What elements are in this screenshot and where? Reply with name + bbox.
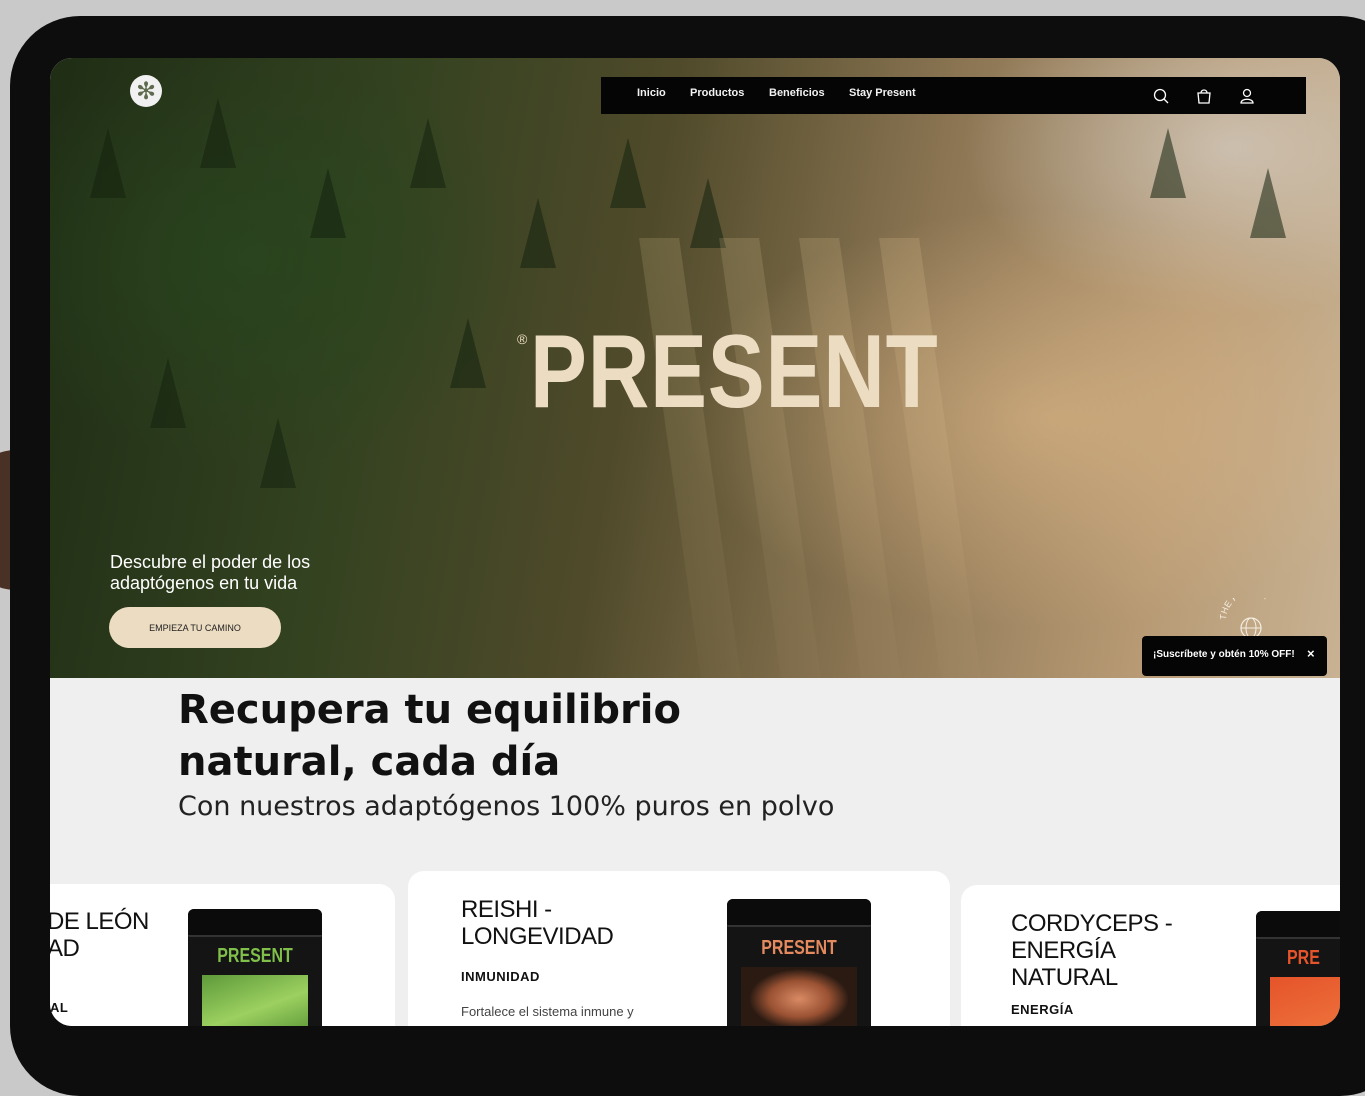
product-category: ENERGÍA xyxy=(1011,1002,1074,1017)
tree-decoration xyxy=(410,118,446,188)
jar-label: PRE xyxy=(1287,947,1320,969)
jar-artwork xyxy=(1270,977,1340,1026)
product-description: Fortalece el sistema inmune y xyxy=(461,1004,634,1019)
product-jar: PRESENT xyxy=(188,909,322,1026)
jar-label: PRESENT xyxy=(217,945,293,967)
section-subtitle: Con nuestros adaptógenos 100% puros en p… xyxy=(178,791,835,822)
jar-lid xyxy=(1256,911,1340,939)
tree-decoration xyxy=(1150,128,1186,198)
product-card[interactable]: REISHI - LONGEVIDAD INMUNIDAD Fortalece … xyxy=(408,871,950,1026)
tree-decoration xyxy=(1250,168,1286,238)
tree-decoration xyxy=(450,318,486,388)
subscribe-promo[interactable]: ¡Suscríbete y obtén 10% OFF! × xyxy=(1142,636,1327,676)
globe-badge-icon: THE POWER xyxy=(1220,598,1270,638)
hero-tagline: Descubre el poder de los adaptógenos en … xyxy=(110,552,311,593)
tree-decoration xyxy=(90,128,126,198)
start-journey-button[interactable]: EMPIEZA TU CAMINO xyxy=(109,607,281,648)
product-category: AL xyxy=(50,1000,69,1015)
product-card[interactable]: CORDYCEPS - ENERGÍA NATURAL ENERGÍA PRE xyxy=(961,885,1340,1026)
product-title: CORDYCEPS - ENERGÍA NATURAL xyxy=(1011,910,1173,991)
section-title: Recupera tu equilibrio natural, cada día xyxy=(178,687,681,785)
light-ray xyxy=(719,238,821,678)
svg-text:THE POWER: THE POWER xyxy=(1220,598,1270,620)
promo-text[interactable]: ¡Suscríbete y obtén 10% OFF! xyxy=(1153,649,1295,660)
tree-decoration xyxy=(150,358,186,428)
jar-lid xyxy=(727,899,871,927)
light-ray xyxy=(639,238,741,678)
mushroom-artwork xyxy=(741,967,857,1026)
nav-item-stay-present[interactable]: Stay Present xyxy=(849,87,916,99)
light-ray xyxy=(799,238,901,678)
user-icon[interactable] xyxy=(1238,87,1256,105)
tree-decoration xyxy=(610,138,646,208)
product-jar: PRESENT xyxy=(727,899,871,1026)
product-title: REISHI - LONGEVIDAD xyxy=(461,896,614,950)
product-jar: PRE xyxy=(1256,911,1340,1026)
close-icon[interactable]: × xyxy=(1307,646,1315,661)
badge-text: THE POWER xyxy=(1220,598,1270,620)
hero-section: ✻ Inicio Productos Beneficios Stay Prese… xyxy=(50,58,1340,678)
tree-decoration xyxy=(520,198,556,268)
nav-item-beneficios[interactable]: Beneficios xyxy=(769,87,825,99)
light-ray xyxy=(879,238,981,678)
top-nav: Inicio Productos Beneficios Stay Present xyxy=(601,77,1306,114)
jar-lid xyxy=(188,909,322,937)
logo[interactable]: ✻ xyxy=(130,75,162,107)
brand-wordmark: PRESENT xyxy=(530,314,939,430)
nav-item-inicio[interactable]: Inicio xyxy=(637,87,666,99)
tree-decoration xyxy=(260,418,296,488)
jar-label: PRESENT xyxy=(761,937,837,959)
registered-mark: ® xyxy=(517,331,528,347)
cart-icon[interactable] xyxy=(1195,87,1213,105)
product-card[interactable]: DE LEÓN AD AL PRESENT xyxy=(50,884,395,1026)
jar-artwork xyxy=(202,975,308,1026)
tree-decoration xyxy=(310,168,346,238)
flower-icon: ✻ xyxy=(135,77,157,105)
tree-decoration xyxy=(200,98,236,168)
product-title: DE LEÓN AD xyxy=(50,908,149,962)
screen: ✻ Inicio Productos Beneficios Stay Prese… xyxy=(50,58,1340,1026)
product-category: INMUNIDAD xyxy=(461,969,540,984)
nav-item-productos[interactable]: Productos xyxy=(690,87,744,99)
search-icon[interactable] xyxy=(1152,87,1170,105)
